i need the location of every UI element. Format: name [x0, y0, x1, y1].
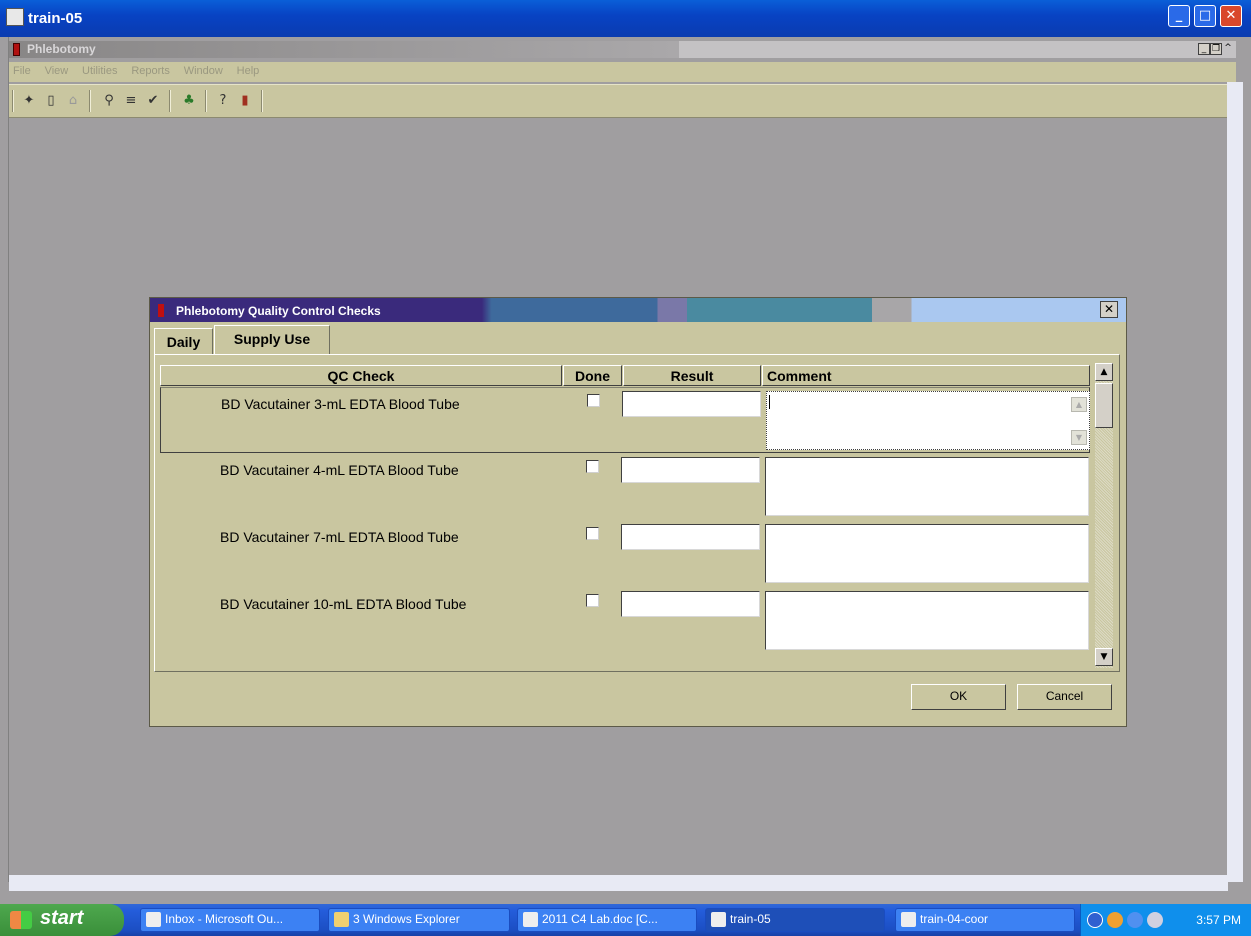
qc-check-label: BD Vacutainer 4-mL EDTA Blood Tube: [220, 462, 459, 478]
scroll-up-icon[interactable]: ▲: [1071, 397, 1087, 412]
toolbar: ✦ ▯ ⌂ ⚲ ≡ ✔ ♣ ? ▮: [9, 84, 1236, 118]
task-label: 2011 C4 Lab.doc [C...: [542, 912, 658, 926]
people-icon[interactable]: ♣: [181, 93, 197, 109]
outer-window-title: train-05: [28, 10, 83, 27]
done-checkbox[interactable]: [586, 460, 599, 473]
header-qc-check[interactable]: QC Check: [160, 365, 562, 386]
dialog-title: Phlebotomy Quality Control Checks: [176, 304, 381, 318]
tab-daily[interactable]: Daily: [154, 328, 213, 354]
dialog-titlebar: Phlebotomy Quality Control Checks ✕: [150, 298, 1126, 322]
qc-check-label: BD Vacutainer 10-mL EDTA Blood Tube: [220, 596, 467, 612]
task-label: train-04-coor: [920, 912, 989, 926]
system-tray: 3:57 PM: [1080, 904, 1251, 936]
cancel-button[interactable]: Cancel: [1017, 684, 1112, 710]
comment-textarea[interactable]: [765, 457, 1089, 516]
done-checkbox[interactable]: [587, 394, 600, 407]
list-icon[interactable]: ≡: [123, 93, 139, 109]
usb-icon[interactable]: [1147, 912, 1163, 928]
clipboard-icon[interactable]: ▯: [43, 93, 59, 109]
chart-icon[interactable]: ⌂: [65, 93, 81, 109]
scroll-up-icon[interactable]: ▲: [1095, 363, 1113, 381]
menu-utilities[interactable]: Utilities: [82, 62, 117, 77]
taskbar: start Inbox - Microsoft Ou... 3 Windows …: [0, 904, 1251, 936]
task-label: train-05: [730, 912, 771, 926]
task-outlook[interactable]: Inbox - Microsoft Ou...: [140, 908, 320, 932]
qc-check-label: BD Vacutainer 3-mL EDTA Blood Tube: [221, 396, 460, 412]
scroll-thumb[interactable]: [1095, 383, 1113, 428]
header-done[interactable]: Done: [563, 365, 622, 386]
back-arrow-icon[interactable]: [1087, 912, 1103, 928]
ok-button[interactable]: OK: [911, 684, 1006, 710]
header-result[interactable]: Result: [623, 365, 761, 386]
task-label: 3 Windows Explorer: [353, 912, 460, 926]
tab-supply-use[interactable]: Supply Use: [214, 325, 330, 355]
folder-icon: [334, 912, 349, 927]
mdi-minimize-button[interactable]: _: [1198, 43, 1210, 55]
menu-bar: File View Utilities Reports Window Help: [9, 62, 1236, 82]
mdi-restore-button[interactable]: ❐: [1210, 43, 1222, 55]
table-row[interactable]: BD Vacutainer 4-mL EDTA Blood Tube: [160, 454, 1090, 520]
qc-dialog: Phlebotomy Quality Control Checks ✕ Dail…: [149, 297, 1127, 727]
outlook-icon: [146, 912, 161, 927]
maximize-button[interactable]: □: [1194, 5, 1216, 27]
scroll-up-icon[interactable]: ^: [1222, 43, 1234, 55]
comment-textarea[interactable]: ▲ ▼: [766, 391, 1090, 450]
scroll-down-icon[interactable]: ▼: [1071, 430, 1087, 445]
new-icon[interactable]: ✦: [21, 93, 37, 109]
start-button[interactable]: start: [0, 904, 124, 936]
wand-icon[interactable]: ⚲: [101, 93, 117, 109]
outer-window-titlebar: train-05 _ □ ✕: [0, 0, 1251, 37]
table-row[interactable]: BD Vacutainer 3-mL EDTA Blood Tube ▲ ▼: [160, 387, 1090, 453]
windows-logo-icon: [10, 911, 32, 929]
task-windows-explorer[interactable]: 3 Windows Explorer: [328, 908, 510, 932]
phlebotomy-icon: [158, 304, 164, 317]
vnc-icon: [711, 912, 726, 927]
word-icon: [523, 912, 538, 927]
check-icon[interactable]: ✔: [145, 93, 161, 109]
menu-reports[interactable]: Reports: [131, 62, 170, 77]
app-vertical-scrollbar[interactable]: [1227, 82, 1243, 882]
start-label: start: [40, 907, 84, 929]
minimize-button[interactable]: _: [1168, 5, 1190, 27]
menu-help[interactable]: Help: [237, 62, 260, 77]
result-input[interactable]: [621, 457, 760, 483]
table-row[interactable]: BD Vacutainer 7-mL EDTA Blood Tube: [160, 521, 1090, 587]
menu-file[interactable]: File: [13, 62, 31, 77]
dialog-close-button[interactable]: ✕: [1100, 301, 1118, 318]
done-checkbox[interactable]: [586, 594, 599, 607]
result-input[interactable]: [622, 391, 761, 417]
comment-textarea[interactable]: [765, 591, 1089, 650]
comment-textarea[interactable]: [765, 524, 1089, 583]
app-horizontal-scrollbar[interactable]: [9, 875, 1228, 891]
grid-vertical-scrollbar[interactable]: ▲ ▼: [1095, 363, 1113, 668]
vnc-icon: [901, 912, 916, 927]
close-button[interactable]: ✕: [1220, 5, 1242, 27]
task-train-05[interactable]: train-05: [705, 908, 885, 932]
scroll-down-icon[interactable]: ▼: [1095, 648, 1113, 666]
header-comment[interactable]: Comment: [762, 365, 1090, 386]
table-row[interactable]: BD Vacutainer 10-mL EDTA Blood Tube: [160, 588, 1090, 654]
qc-check-label: BD Vacutainer 7-mL EDTA Blood Tube: [220, 529, 459, 545]
network-icon[interactable]: [1127, 912, 1143, 928]
menu-window[interactable]: Window: [184, 62, 223, 77]
app-title: Phlebotomy: [27, 42, 96, 56]
help-icon[interactable]: ?: [215, 93, 231, 109]
task-word-doc[interactable]: 2011 C4 Lab.doc [C...: [517, 908, 697, 932]
task-train-04-coor[interactable]: train-04-coor: [895, 908, 1075, 932]
result-input[interactable]: [621, 524, 760, 550]
outlook-tray-icon[interactable]: [1107, 912, 1123, 928]
exit-icon[interactable]: ▮: [237, 93, 253, 109]
menu-view[interactable]: View: [45, 62, 69, 77]
phlebotomy-icon: [13, 43, 20, 56]
app-titlebar: Phlebotomy _ ❐ ^: [9, 41, 1236, 58]
task-label: Inbox - Microsoft Ou...: [165, 912, 284, 926]
clock: 3:57 PM: [1196, 913, 1241, 927]
comment-scrollbar[interactable]: ▲ ▼: [1071, 394, 1087, 447]
done-checkbox[interactable]: [586, 527, 599, 540]
vnc-icon: [6, 8, 24, 26]
result-input[interactable]: [621, 591, 760, 617]
